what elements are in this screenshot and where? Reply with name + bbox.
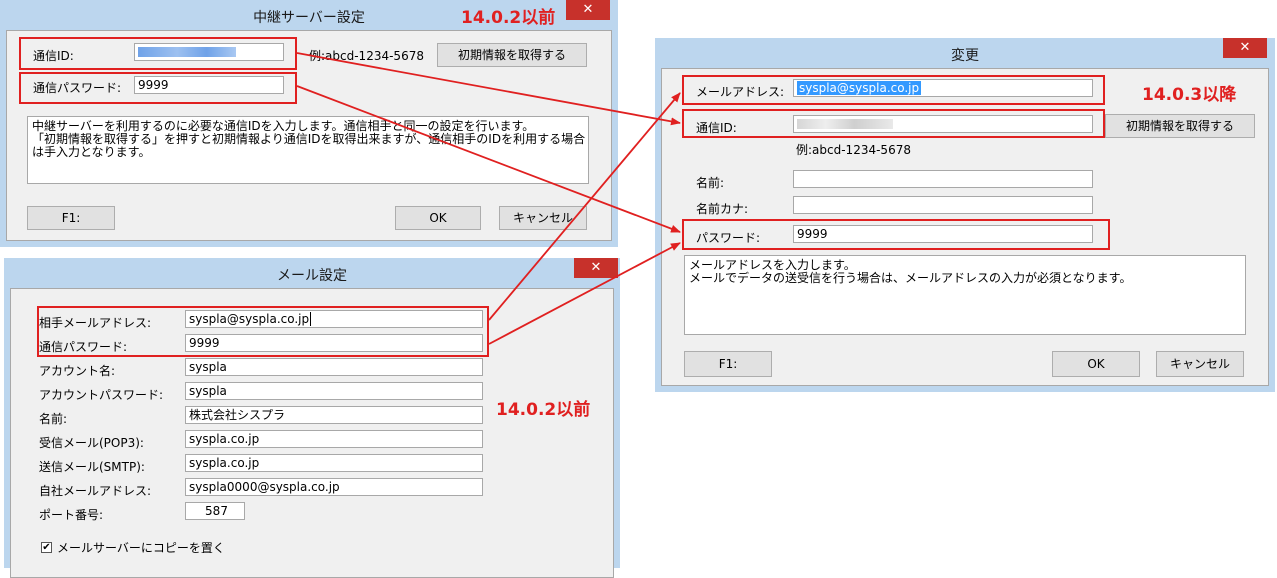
mail-dialog-title: メール設定 <box>277 268 347 284</box>
mail-field-label: 名前: <box>39 412 68 426</box>
change-kana-input[interactable] <box>793 196 1093 214</box>
highlight-relay-id <box>19 37 297 70</box>
change-id-example: 例:abcd-1234-5678 <box>796 143 911 157</box>
change-ok-button[interactable]: OK <box>1052 351 1140 377</box>
change-kana-label: 名前カナ: <box>696 202 749 216</box>
mail-field-label: 受信メール(POP3): <box>39 436 144 450</box>
change-dialog-titlebar[interactable]: 変更 ✕ <box>655 38 1275 68</box>
relay-help-text: 中継サーバーを利用するのに必要な通信IDを入力します。通信相手と同一の設定を行い… <box>27 116 589 184</box>
sender-name-input[interactable]: 株式会社シスプラ <box>185 406 483 424</box>
change-dialog-title: 変更 <box>951 48 979 64</box>
version-note-mail: 14.0.2以前 <box>496 400 591 420</box>
mail-field-label: アカウント名: <box>39 364 116 378</box>
change-help-text: メールアドレスを入力します。 メールでデータの送受信を行う場合は、メールアドレス… <box>684 255 1246 335</box>
port-label: ポート番号: <box>39 508 104 522</box>
relay-get-info-button[interactable]: 初期情報を取得する <box>437 43 587 67</box>
highlight-relay-password <box>19 72 297 104</box>
change-help-line: メールでデータの送受信を行う場合は、メールアドレスの入力が必須となります。 <box>689 271 1132 285</box>
mail-field-label: 送信メール(SMTP): <box>39 460 145 474</box>
highlight-change-id <box>682 109 1105 138</box>
port-input[interactable]: 587 <box>185 502 245 520</box>
mail-dialog-close-button[interactable]: ✕ <box>574 258 618 278</box>
mail-field-label: アカウントパスワード: <box>39 388 164 402</box>
mail-field-label: 自社メールアドレス: <box>39 484 152 498</box>
copy-on-server-checkbox[interactable]: ✔ <box>41 542 52 553</box>
relay-id-example: 例:abcd-1234-5678 <box>309 49 424 63</box>
change-get-info-button[interactable]: 初期情報を取得する <box>1105 114 1255 138</box>
smtp-server-input[interactable]: syspla.co.jp <box>185 454 483 472</box>
change-dialog-close-button[interactable]: ✕ <box>1223 38 1267 58</box>
copy-on-server-label: メールサーバーにコピーを置く <box>57 541 225 555</box>
version-note-relay: 14.0.2以前 <box>461 8 556 28</box>
relay-f1-button[interactable]: F1: <box>27 206 115 230</box>
relay-cancel-button[interactable]: キャンセル <box>499 206 587 230</box>
change-name-input[interactable] <box>793 170 1093 188</box>
own-email-input[interactable]: syspla0000@syspla.co.jp <box>185 478 483 496</box>
highlight-mail-email-password <box>37 306 489 357</box>
pop3-server-input[interactable]: syspla.co.jp <box>185 430 483 448</box>
mail-dialog-titlebar[interactable]: メール設定 ✕ <box>4 258 620 288</box>
highlight-change-password <box>682 219 1110 250</box>
highlight-change-email <box>682 75 1105 105</box>
account-password-input[interactable]: syspla <box>185 382 483 400</box>
version-note-change: 14.0.3以降 <box>1142 85 1237 105</box>
change-cancel-button[interactable]: キャンセル <box>1156 351 1244 377</box>
change-f1-button[interactable]: F1: <box>684 351 772 377</box>
account-name-input[interactable]: syspla <box>185 358 483 376</box>
relay-ok-button[interactable]: OK <box>395 206 481 230</box>
relay-dialog-close-button[interactable]: ✕ <box>566 0 610 20</box>
relay-help-line: は手入力となります。 <box>32 145 151 159</box>
change-name-label: 名前: <box>696 176 725 190</box>
